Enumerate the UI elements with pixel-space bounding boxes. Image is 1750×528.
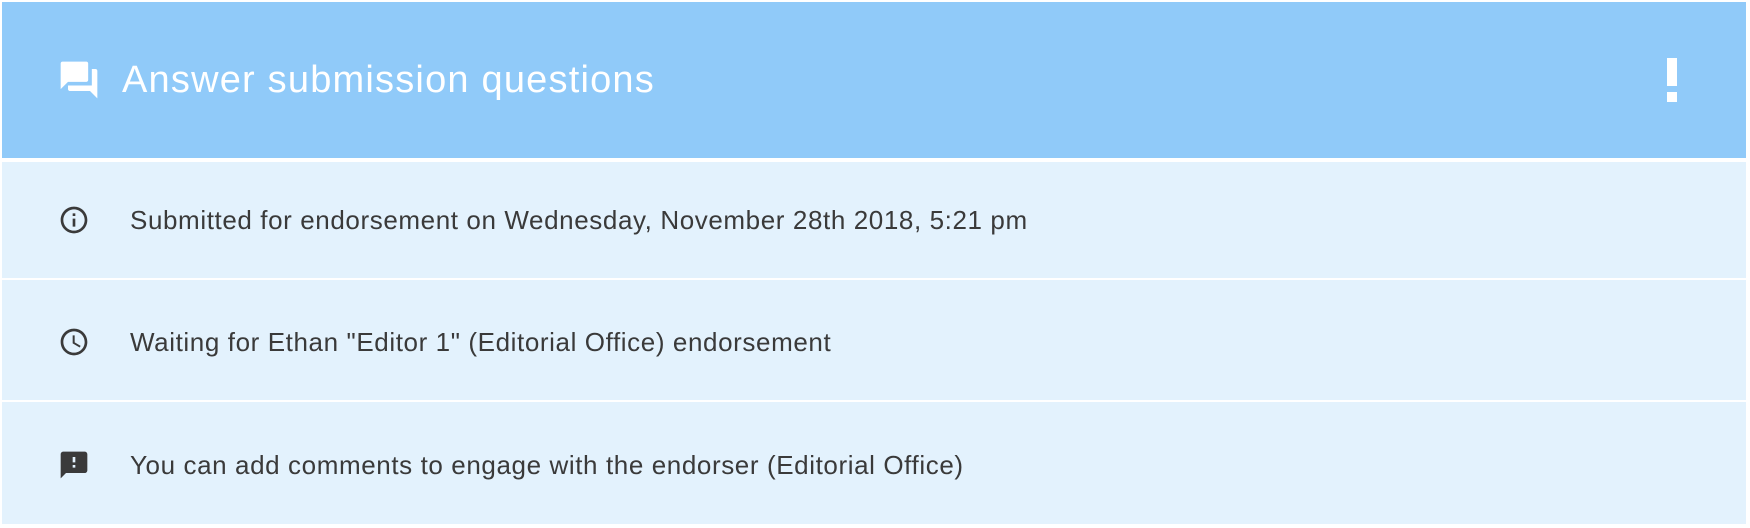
- waiting-status-text: Waiting for Ethan "Editor 1" (Editorial …: [130, 326, 832, 357]
- info-icon: [56, 202, 92, 238]
- submitted-status-text: Submitted for endorsement on Wednesday, …: [130, 204, 1028, 235]
- feedback-icon: [56, 447, 92, 483]
- comments-status-text: You can add comments to engage with the …: [130, 449, 964, 480]
- submission-card: Answer submission questions Submitted fo…: [2, 2, 1746, 524]
- card-header: Answer submission questions: [2, 2, 1746, 158]
- status-row-submitted: Submitted for endorsement on Wednesday, …: [2, 162, 1746, 280]
- exclamation-icon[interactable]: [1662, 58, 1682, 104]
- status-row-comments: You can add comments to engage with the …: [2, 406, 1746, 524]
- status-row-waiting: Waiting for Ethan "Editor 1" (Editorial …: [2, 284, 1746, 402]
- forum-icon: [56, 57, 102, 103]
- clock-icon: [56, 324, 92, 360]
- card-title: Answer submission questions: [122, 59, 655, 101]
